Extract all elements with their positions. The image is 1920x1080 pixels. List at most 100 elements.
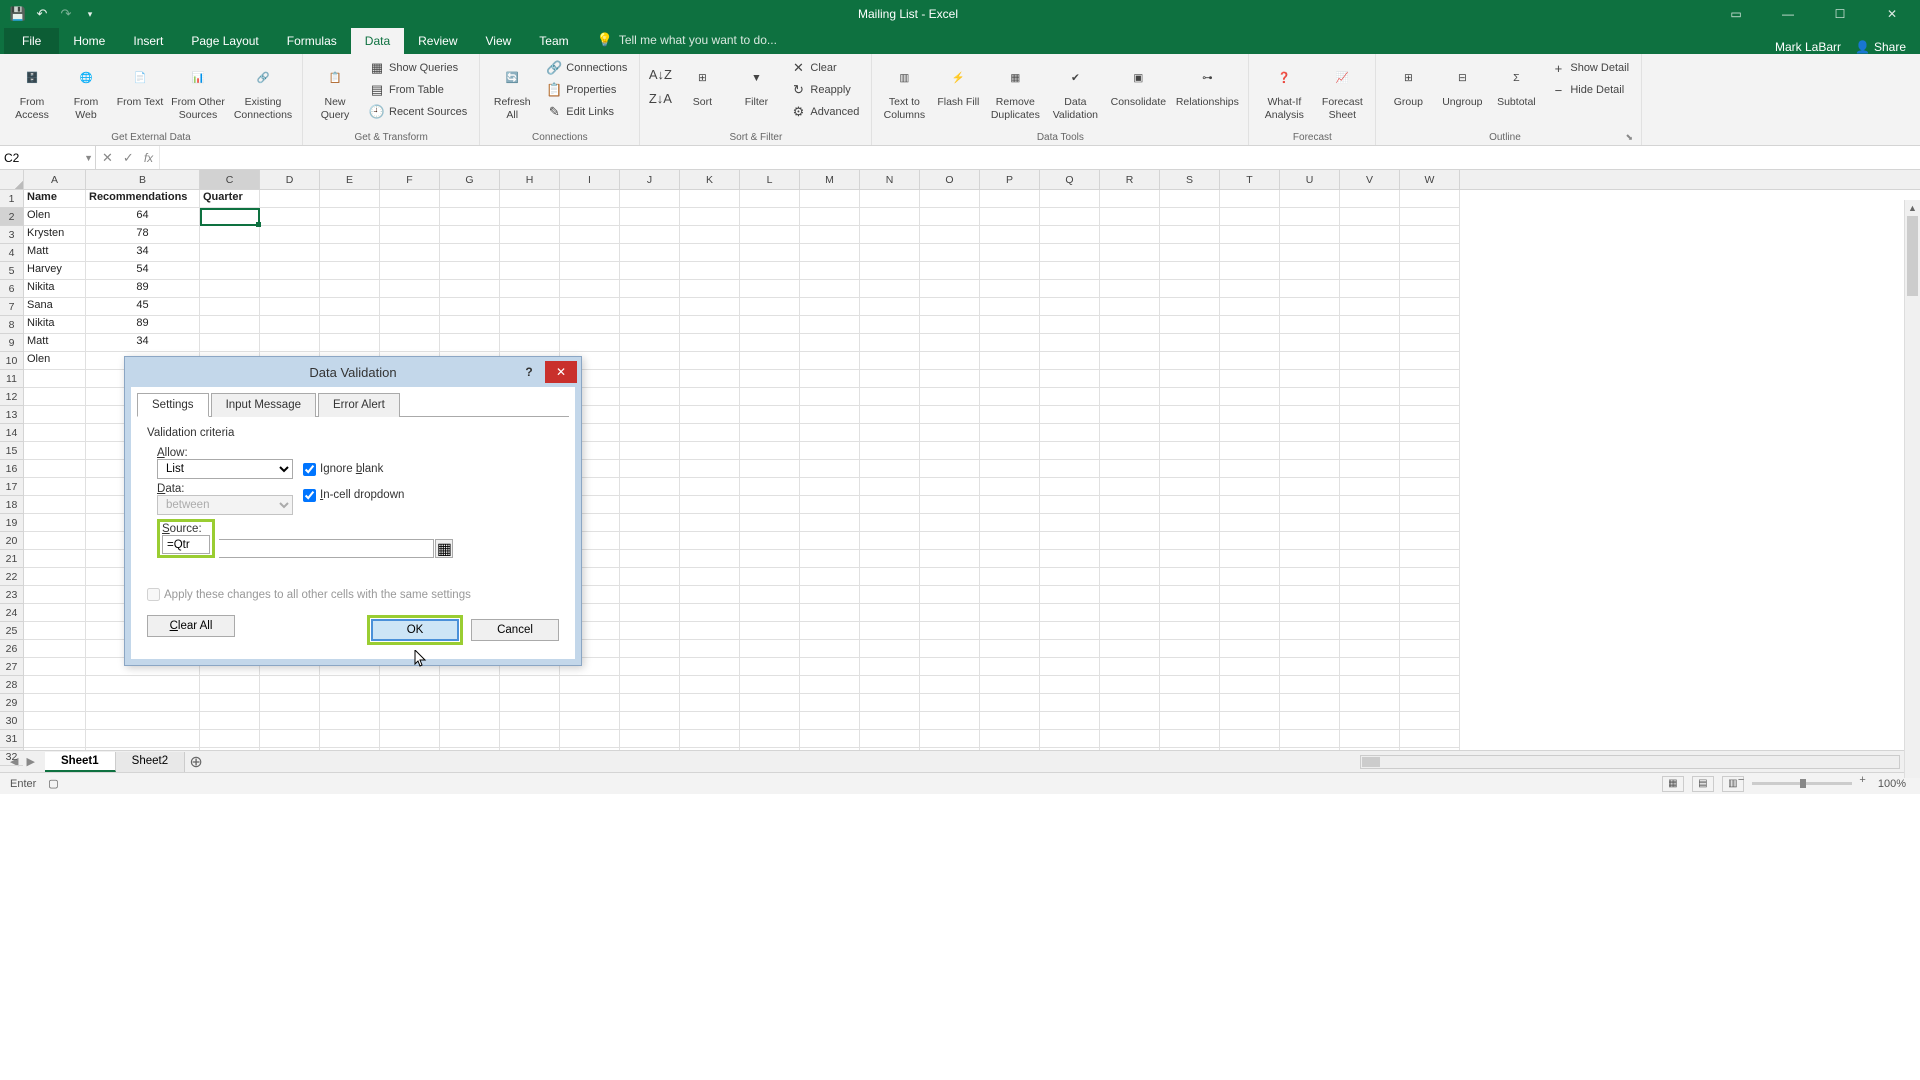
cell[interactable] (1400, 280, 1460, 298)
from-web-button[interactable]: 🌐From Web (62, 58, 110, 121)
cell[interactable] (320, 316, 380, 334)
cell[interactable]: 89 (86, 280, 200, 298)
column-header[interactable]: C (200, 170, 260, 189)
cell[interactable] (1100, 226, 1160, 244)
zoom-level[interactable]: 100% (1878, 778, 1906, 790)
row-header[interactable]: 31 (0, 730, 23, 748)
cell[interactable] (800, 280, 860, 298)
row-header[interactable]: 24 (0, 604, 23, 622)
cell[interactable] (320, 262, 380, 280)
horizontal-scrollbar[interactable] (1360, 755, 1900, 769)
cell[interactable] (620, 316, 680, 334)
cell[interactable] (200, 244, 260, 262)
row-header[interactable]: 3 (0, 226, 23, 244)
cell[interactable] (380, 262, 440, 280)
source-input[interactable] (162, 535, 210, 554)
cell[interactable] (1340, 262, 1400, 280)
cell[interactable] (980, 208, 1040, 226)
cell[interactable] (740, 352, 800, 370)
dialog-tab-settings[interactable]: Settings (137, 393, 209, 417)
cell[interactable] (620, 334, 680, 352)
cell[interactable] (1040, 352, 1100, 370)
row-header[interactable]: 18 (0, 496, 23, 514)
cell[interactable] (620, 298, 680, 316)
cell[interactable]: Harvey (24, 262, 86, 280)
dialog-tab-error-alert[interactable]: Error Alert (318, 393, 400, 417)
cell[interactable] (380, 316, 440, 334)
cell[interactable] (1340, 352, 1400, 370)
cell[interactable] (560, 262, 620, 280)
existing-connections-button[interactable]: 🔗Existing Connections (232, 58, 294, 121)
refresh-all-button[interactable]: 🔄Refresh All (488, 58, 536, 121)
cell[interactable] (800, 334, 860, 352)
column-header[interactable]: T (1220, 170, 1280, 189)
cell[interactable]: 78 (86, 226, 200, 244)
cell[interactable] (920, 226, 980, 244)
cell[interactable] (1160, 244, 1220, 262)
tab-team[interactable]: Team (525, 28, 582, 54)
cell[interactable] (980, 352, 1040, 370)
column-header[interactable]: G (440, 170, 500, 189)
cell[interactable] (980, 262, 1040, 280)
cell[interactable]: Recommendations (86, 190, 200, 208)
cell[interactable] (1340, 334, 1400, 352)
row-header[interactable]: 4 (0, 244, 23, 262)
tab-home[interactable]: Home (59, 28, 119, 54)
dialog-help-button[interactable]: ? (513, 361, 545, 383)
cell[interactable] (860, 352, 920, 370)
cell[interactable] (200, 226, 260, 244)
cell[interactable] (800, 298, 860, 316)
column-header[interactable]: A (24, 170, 86, 189)
cell[interactable] (440, 280, 500, 298)
cell[interactable] (1100, 316, 1160, 334)
connections-button[interactable]: 🔗Connections (542, 58, 631, 78)
cell[interactable] (740, 226, 800, 244)
cell[interactable] (500, 298, 560, 316)
sort-asc-button[interactable]: A↓Z (648, 64, 672, 84)
sort-desc-button[interactable]: Z↓A (648, 88, 672, 108)
cell[interactable] (1160, 208, 1220, 226)
cell[interactable] (1340, 226, 1400, 244)
source-input-rest[interactable] (219, 539, 434, 558)
cell[interactable] (500, 280, 560, 298)
cell[interactable] (1100, 244, 1160, 262)
cell[interactable] (500, 208, 560, 226)
column-header[interactable]: V (1340, 170, 1400, 189)
cell[interactable] (980, 280, 1040, 298)
cell[interactable] (860, 244, 920, 262)
cell[interactable] (1400, 334, 1460, 352)
cell[interactable] (380, 226, 440, 244)
dialog-tab-input-message[interactable]: Input Message (211, 393, 316, 417)
cell[interactable]: 34 (86, 244, 200, 262)
ok-button[interactable]: OK (371, 619, 459, 641)
clear-button[interactable]: ✕Clear (786, 58, 863, 78)
cell[interactable] (560, 334, 620, 352)
row-header[interactable]: 27 (0, 658, 23, 676)
from-other-button[interactable]: 📊From Other Sources (170, 58, 226, 121)
cell[interactable] (1340, 208, 1400, 226)
relationships-button[interactable]: ⊶Relationships (1174, 58, 1240, 109)
scroll-thumb[interactable] (1907, 216, 1918, 296)
cell[interactable] (260, 226, 320, 244)
row-header[interactable]: 8 (0, 316, 23, 334)
row-header[interactable]: 11 (0, 370, 23, 388)
cancel-icon[interactable]: ✕ (102, 150, 113, 166)
cell[interactable]: 89 (86, 316, 200, 334)
select-all-button[interactable] (0, 170, 23, 190)
row-header[interactable]: 15 (0, 442, 23, 460)
column-header[interactable]: F (380, 170, 440, 189)
cell[interactable] (440, 316, 500, 334)
file-tab[interactable]: File (4, 28, 59, 54)
cell[interactable] (1040, 280, 1100, 298)
cell[interactable] (500, 262, 560, 280)
cell[interactable] (1280, 262, 1340, 280)
cell[interactable] (380, 298, 440, 316)
column-header[interactable]: K (680, 170, 740, 189)
data-validation-button[interactable]: ✔Data Validation (1048, 58, 1102, 121)
row-header[interactable]: 10 (0, 352, 23, 370)
row-header[interactable]: 23 (0, 586, 23, 604)
cell[interactable] (260, 334, 320, 352)
view-page-layout-icon[interactable]: ▤ (1692, 776, 1714, 792)
cell[interactable] (860, 262, 920, 280)
tab-page-layout[interactable]: Page Layout (177, 28, 272, 54)
